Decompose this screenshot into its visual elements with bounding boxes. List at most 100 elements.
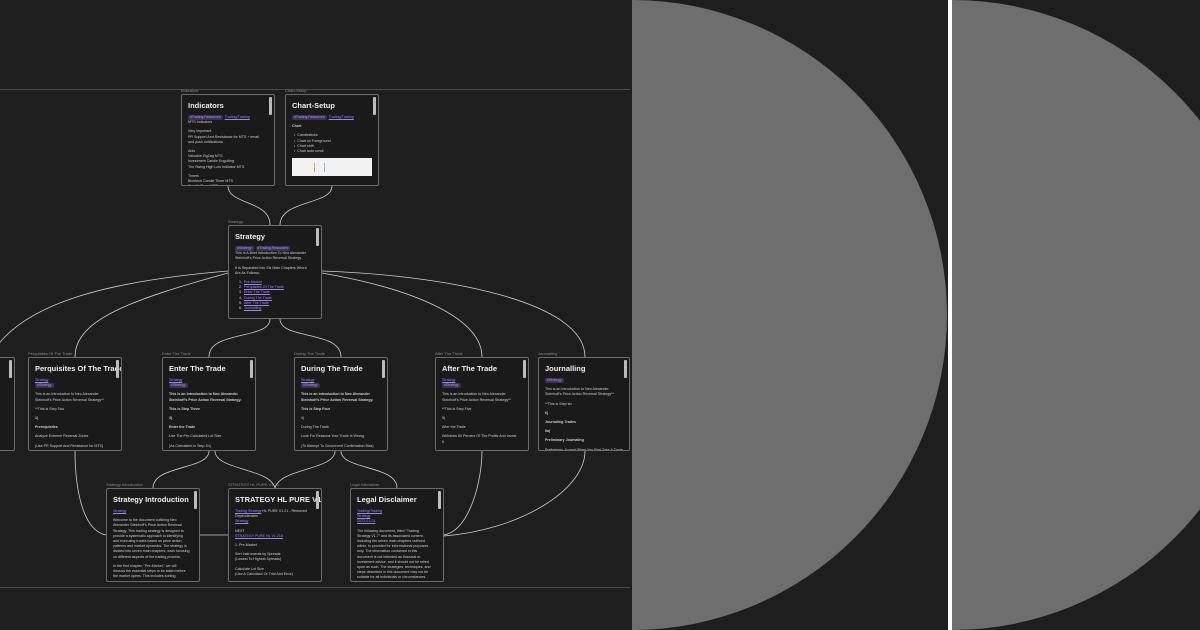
line-text: This Is A Brief Introduction To Neo Alex… xyxy=(235,251,307,256)
internal-link[interactable]: Strategy xyxy=(113,509,126,513)
chapter-link[interactable]: Perquisites Of The Trade xyxy=(244,285,284,289)
line-text: • Chart on Foreground xyxy=(292,138,331,143)
line-text: investment advice, and it should not be … xyxy=(357,559,429,564)
line-text: only. The information contained in this xyxy=(357,549,418,554)
line-text: 6) xyxy=(545,410,549,415)
chapter-link[interactable]: Enter The Trade xyxy=(244,290,270,294)
line-text: Timers xyxy=(188,173,199,178)
line-text: **This is Step Five xyxy=(442,406,472,411)
tag-pill[interactable]: #Strategy xyxy=(301,383,320,389)
node-scrollbar[interactable] xyxy=(624,360,627,378)
node-scrollbar[interactable] xyxy=(523,360,526,378)
canvas-edge xyxy=(443,450,586,537)
node-scrollbar[interactable] xyxy=(382,360,385,378)
half-circle-shape xyxy=(632,0,947,630)
line-text: Strategy V1.7" and its associated conten… xyxy=(357,533,424,538)
canvas-node-during[interactable]: During The Trade Strategy #Strategy This is… xyxy=(294,357,388,451)
internal-link[interactable]: Strategy xyxy=(35,378,48,382)
canvas-node-enter[interactable]: Enter The Trade Strategy #Strategy This is … xyxy=(162,357,256,451)
node-body: Strategy #Strategy This is an Introduction… xyxy=(295,378,387,449)
node-scrollbar[interactable] xyxy=(316,491,319,509)
line-text: This is Step Four xyxy=(301,406,331,411)
internal-link[interactable]: Strategy xyxy=(235,519,248,523)
node-scrollbar[interactable] xyxy=(438,491,441,509)
overlay-panel-1 xyxy=(632,0,950,630)
node-line: (Use PR Support And Resistance for MTS) xyxy=(35,444,115,449)
chapter-link[interactable]: Pre-Market xyxy=(244,280,262,284)
line-text: This is an Introduction to Neo Alexander xyxy=(442,392,506,397)
line-text: This is Step Three xyxy=(169,406,200,411)
canvas-node-pre-market[interactable] xyxy=(0,357,15,451)
internal-link[interactable]: Strategy xyxy=(301,378,314,382)
internal-link[interactable]: Strategy xyxy=(442,378,455,382)
node-label-after: After The Trade xyxy=(435,351,463,356)
internal-link[interactable]: Strategy xyxy=(169,378,182,382)
node-title: STRATEGY HL PURE V1.21 xyxy=(235,495,321,504)
line-text: Steinhoff's Price Action Reversal Strate… xyxy=(301,397,374,402)
node-scrollbar[interactable] xyxy=(250,360,253,378)
line-text: Welcome to the document outlining Neo xyxy=(113,518,177,523)
internal-link[interactable]: Strategy xyxy=(357,514,370,518)
line-text: and executing trades based on price acti… xyxy=(113,539,182,544)
chapter-link[interactable]: During The Trade xyxy=(244,296,272,300)
canvas-node-strategy-intro[interactable]: Strategy Introduction Strategy Welcome to … xyxy=(106,488,200,582)
line-text: After the Trade xyxy=(442,425,466,430)
node-scrollbar[interactable] xyxy=(373,97,376,115)
node-scrollbar[interactable] xyxy=(269,97,272,115)
canvas-view[interactable]: Indicators Indicators #Trading-Resources Tr… xyxy=(0,0,630,630)
canvas-node-journalling[interactable]: Journalling #Strategy This is an Introduct… xyxy=(538,357,630,451)
line-text: steps described in this document may not… xyxy=(357,570,429,575)
internal-link[interactable]: STRATEGY PURE HL V1.215 xyxy=(235,534,283,538)
internal-link[interactable]: Trading/Trading xyxy=(225,115,250,119)
canvas-node-perquisites[interactable]: Perquisites Of The Trade Strategy #Strateg… xyxy=(28,357,122,451)
internal-link[interactable]: Trading Strategy xyxy=(235,509,261,513)
list-number: 5. xyxy=(239,300,242,305)
node-label-strategy-intro: Strategy Introduction xyxy=(106,482,143,487)
node-title: Enter The Trade xyxy=(169,364,226,373)
line-text: Steinhoff's Price Action Reversal Strate… xyxy=(235,256,302,261)
canvas-edge xyxy=(0,270,229,344)
node-title: Strategy xyxy=(235,232,266,241)
node-body: #Trading-Resources Trading/Trading MTS Ind… xyxy=(182,115,274,185)
tag-pill[interactable]: #Strategy xyxy=(545,378,564,383)
node-scrollbar[interactable] xyxy=(316,228,319,246)
canvas-edge xyxy=(274,450,336,489)
tag-pill[interactable]: #Trading-Resources xyxy=(292,115,327,120)
canvas-node-strategy-hl[interactable]: STRATEGY HL PURE V1.21 Trading Strategy H… xyxy=(228,488,322,582)
internal-link[interactable]: 2023-01-01 xyxy=(357,519,375,523)
internal-link[interactable]: Trading/Trading xyxy=(357,509,382,513)
node-line: Withdraw 50 Percent Of The Profits And I… xyxy=(442,434,522,439)
line-text: provide a systematic approach to identif… xyxy=(113,533,183,538)
node-line: • Chart auto scroll xyxy=(292,149,372,154)
line-text: Strategy. This trading strategy is desig… xyxy=(113,528,184,533)
line-text: Aids xyxy=(188,149,195,154)
internal-link[interactable]: Trading/Trading xyxy=(329,115,354,119)
line-text: Investment Candle Engulfing xyxy=(188,159,234,164)
tag-pill[interactable]: #Strategy xyxy=(442,383,461,389)
line-text: The Swing High Low Indicator MTS xyxy=(188,164,245,169)
line-text: Use The Pre-Calculated Lot Size xyxy=(169,434,222,439)
node-title: Indicators xyxy=(188,101,224,110)
line-text: Very Important xyxy=(188,129,212,134)
line-text: Prerequisites xyxy=(35,425,58,430)
chapter-link[interactable]: Journalling xyxy=(244,306,261,310)
canvas-node-indicators[interactable]: Indicators #Trading-Resources Trading/Trad… xyxy=(181,94,275,186)
candle-glyph xyxy=(314,163,325,173)
tag-pill[interactable]: #Strategy xyxy=(169,383,188,389)
node-title: During The Trade xyxy=(301,364,363,373)
node-scrollbar[interactable] xyxy=(9,360,12,378)
canvas-node-legal[interactable]: Legal Disclaimer Trading/Trading Strategy 2… xyxy=(350,488,444,582)
node-scrollbar[interactable] xyxy=(116,360,119,378)
tag-pill[interactable]: #Strategy xyxy=(35,383,54,389)
node-line: Steinhoff's Price Action Reversal Strate… xyxy=(301,398,381,403)
canvas-node-chart-setup[interactable]: Chart-Setup #Trading-Resources Trading/Tra… xyxy=(285,94,379,186)
node-body: Strategy Welcome to the document outlinin… xyxy=(107,509,199,579)
node-scrollbar[interactable] xyxy=(194,491,197,509)
canvas-node-after[interactable]: After The Trade Strategy #Strategy This is … xyxy=(435,357,529,451)
canvas-node-strategy[interactable]: Strategy #Strategy #Trading-Resources This … xyxy=(228,225,322,319)
line-text: Preliminary Journaling xyxy=(545,438,584,443)
chapter-link[interactable]: After The Trade xyxy=(244,301,269,305)
line-text: discuss the essential steps to be taken … xyxy=(113,569,186,574)
node-body: Strategy #Strategy This is an Introduction… xyxy=(436,378,528,445)
line-text: This is an Introduction to Neo Alexander xyxy=(545,387,609,392)
